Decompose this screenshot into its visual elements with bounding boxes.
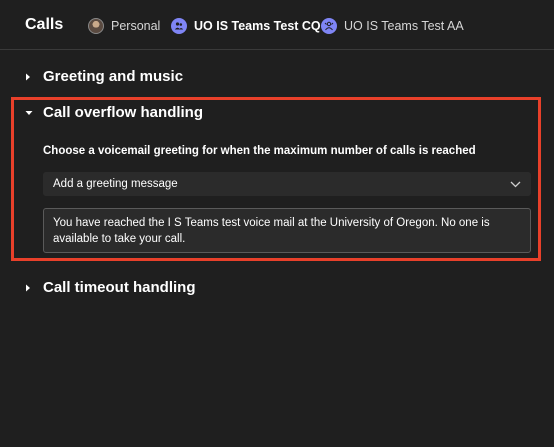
- tab-personal[interactable]: Personal: [88, 15, 160, 37]
- tab-label: UO IS Teams Test CQ: [194, 19, 321, 33]
- call-queue-icon: [171, 18, 187, 34]
- dropdown-value: Add a greeting message: [53, 178, 178, 190]
- section-title: Call timeout handling: [43, 279, 196, 296]
- tab-label: UO IS Teams Test AA: [344, 19, 464, 33]
- chevron-down-icon: [25, 110, 43, 116]
- greeting-message-textarea[interactable]: You have reached the I S Teams test voic…: [43, 208, 531, 253]
- tab-label: Personal: [111, 19, 161, 33]
- avatar: [88, 18, 104, 34]
- auto-attendant-icon: [321, 18, 337, 34]
- greeting-dropdown[interactable]: Add a greeting message: [43, 172, 531, 196]
- section-call-timeout-handling[interactable]: Call timeout handling: [25, 279, 196, 296]
- voicemail-greeting-label: Choose a voicemail greeting for when the…: [43, 145, 476, 157]
- section-call-overflow-handling[interactable]: Call overflow handling: [25, 104, 203, 121]
- chevron-right-icon: [25, 73, 43, 81]
- section-title: Greeting and music: [43, 68, 184, 85]
- tab-auto-attendant[interactable]: UO IS Teams Test AA: [321, 15, 464, 37]
- chevron-down-icon: [510, 175, 521, 193]
- section-title: Call overflow handling: [43, 104, 204, 121]
- chevron-right-icon: [25, 284, 43, 292]
- header-bar: Calls Personal UO IS Teams Test CQ UO IS…: [0, 0, 554, 50]
- section-greeting-and-music[interactable]: Greeting and music: [25, 68, 183, 85]
- tab-call-queue[interactable]: UO IS Teams Test CQ: [171, 15, 321, 37]
- page-title: Calls: [25, 16, 64, 33]
